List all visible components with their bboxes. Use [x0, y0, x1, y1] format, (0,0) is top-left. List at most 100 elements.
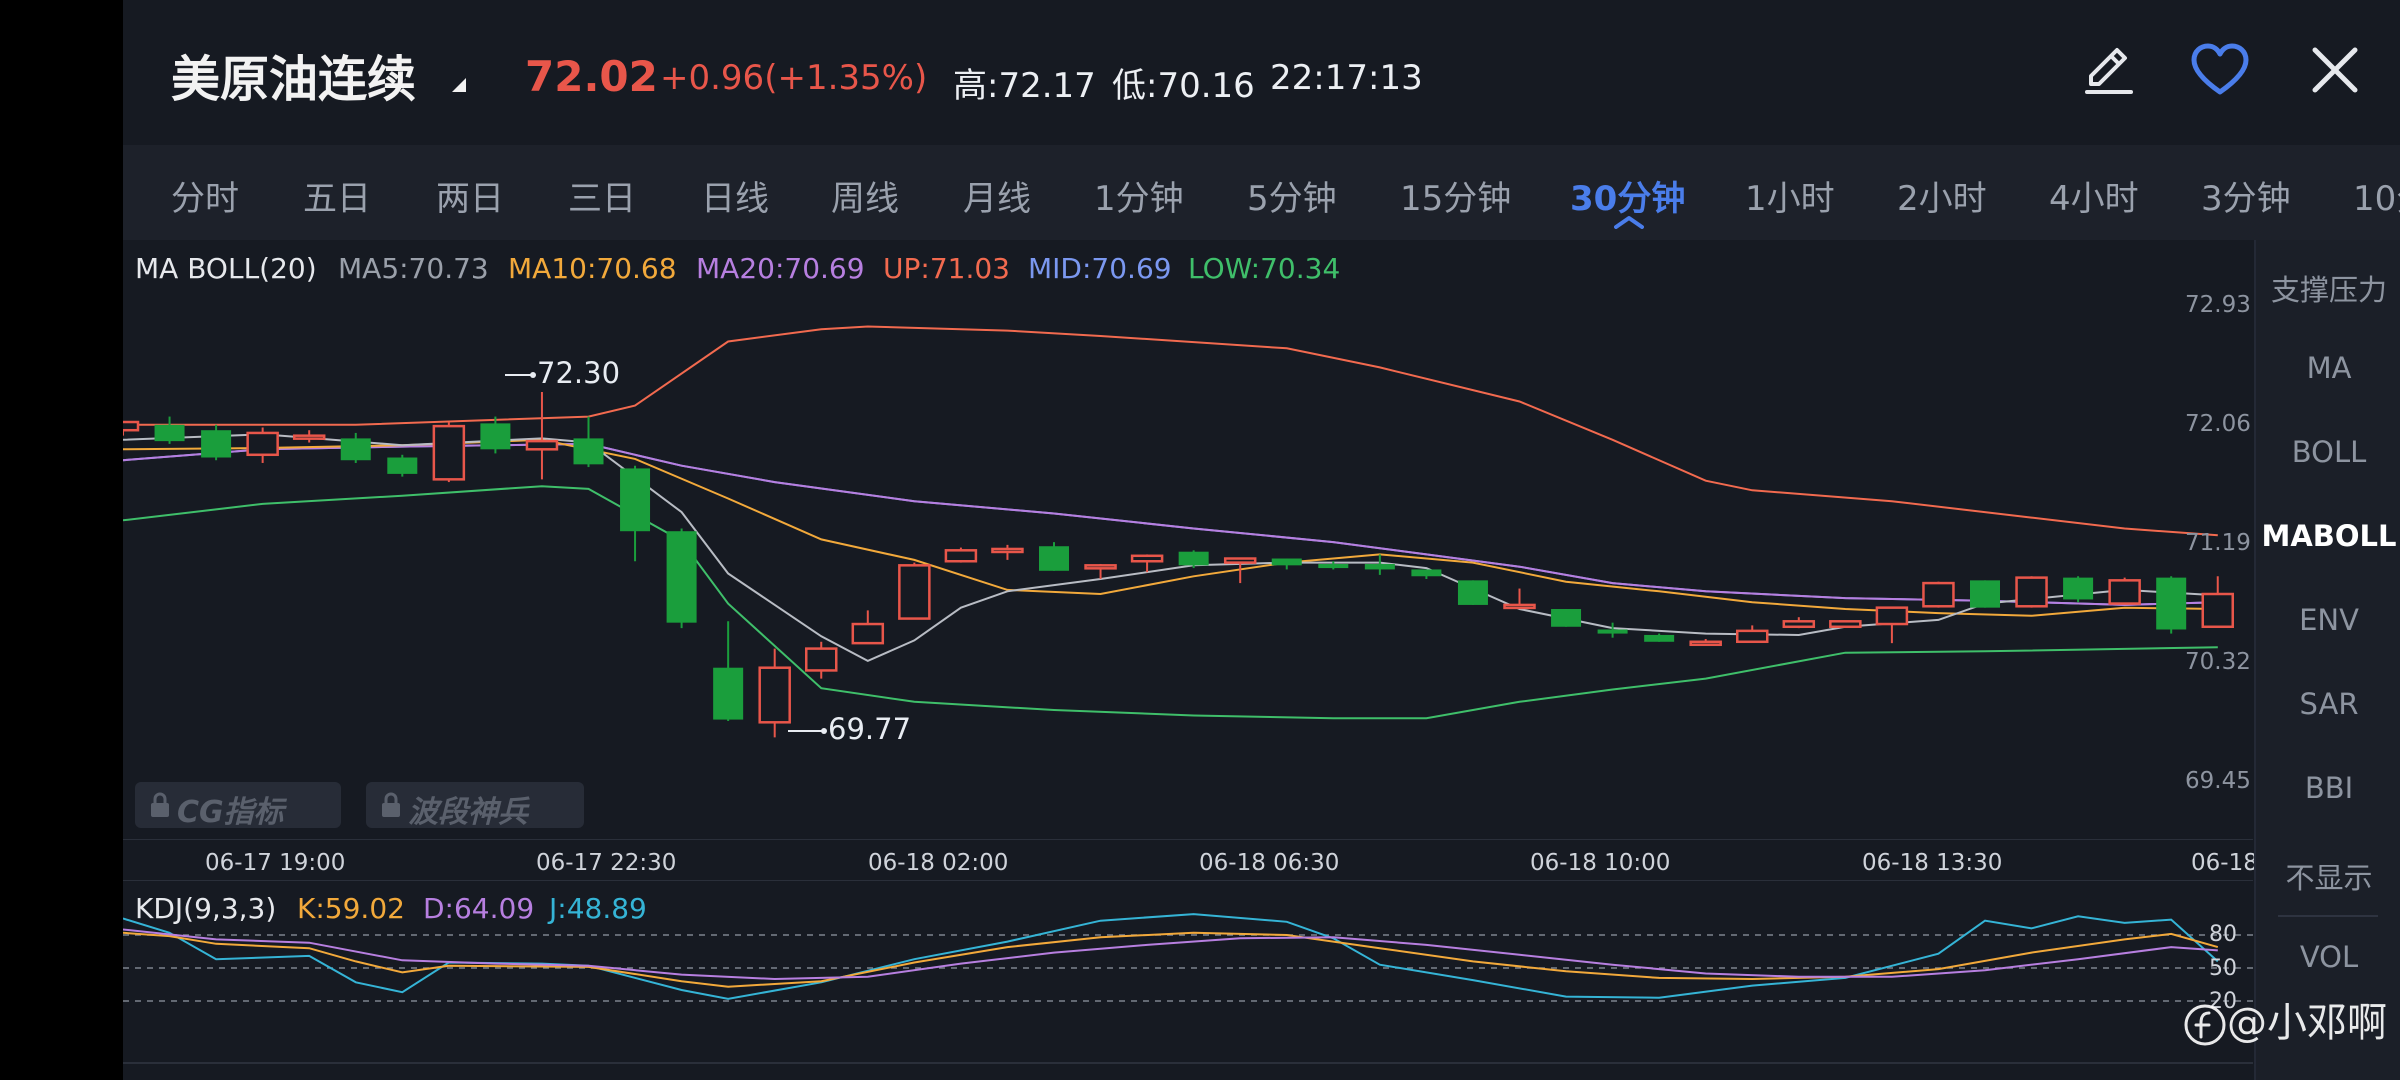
author-watermark: @小邓啊 — [2183, 990, 2387, 1048]
candle-body — [201, 430, 232, 458]
time-axis-label: 06-18 13:30 — [1862, 850, 2003, 876]
low-price: 低:70.16 — [1112, 66, 1255, 106]
favorite-heart-icon[interactable] — [2188, 38, 2252, 102]
candle — [1644, 633, 1675, 642]
candle-body — [991, 547, 1024, 554]
candlestick-chart[interactable] — [123, 240, 2253, 840]
lower-line — [123, 485, 2218, 720]
instrument-title[interactable]: 美原油连续 — [171, 40, 416, 111]
tab-2hour[interactable]: 2小时 — [1897, 171, 1987, 220]
sidebar-item-ma[interactable]: MA — [2256, 351, 2400, 385]
candle — [573, 416, 604, 468]
sidebar-item-hide[interactable]: 不显示 — [2256, 855, 2400, 897]
edit-icon[interactable] — [2077, 38, 2141, 102]
time-axis-label: 06-18 10:00 — [1530, 850, 1671, 876]
kdj-level-label: 50 — [2209, 956, 2237, 981]
candle — [1271, 558, 1302, 570]
sidebar-item-support-resistance[interactable]: 支撑压力 — [2256, 267, 2400, 309]
active-tab-indicator-icon — [1614, 216, 1644, 229]
candle — [1922, 581, 1955, 608]
sidebar-item-sar[interactable]: SAR — [2256, 687, 2400, 721]
tab-1min[interactable]: 1分钟 — [1094, 171, 1184, 220]
sidebar-divider — [2278, 915, 2378, 917]
legend-ma20: MA20:70.69 — [696, 252, 865, 285]
candle-body — [2156, 577, 2187, 630]
lock-button-label: 波段神兵 — [408, 795, 528, 830]
candle-body — [1364, 563, 1395, 570]
candle-body — [573, 438, 604, 465]
tab-5day[interactable]: 五日 — [303, 171, 371, 220]
candle-body — [1829, 620, 1862, 629]
close-icon[interactable] — [2303, 38, 2367, 102]
candle-body — [154, 424, 185, 442]
tab-fenshi[interactable]: 分时 — [171, 171, 239, 220]
candle — [2108, 577, 2141, 605]
candle — [991, 544, 1024, 560]
candle — [123, 420, 140, 436]
candle-body — [1689, 640, 1722, 647]
tab-3min[interactable]: 3分钟 — [2201, 171, 2291, 220]
candle — [2015, 576, 2048, 608]
tab-daily[interactable]: 日线 — [701, 171, 769, 220]
candle-body — [1922, 581, 1955, 608]
candle-body — [1318, 563, 1349, 569]
candle — [851, 610, 885, 645]
kdj-k-line — [123, 931, 2219, 988]
candle-body — [1551, 609, 1582, 627]
candle — [1130, 554, 1164, 573]
tab-15min[interactable]: 15分钟 — [1400, 171, 1511, 220]
candle-body — [2063, 577, 2094, 600]
lock-icon — [151, 792, 169, 817]
candle-body — [1223, 557, 1257, 564]
candle-body — [1736, 629, 1769, 644]
tab-monthly[interactable]: 月线 — [963, 171, 1031, 220]
tab-5min[interactable]: 5分钟 — [1247, 171, 1337, 220]
candle-body — [805, 647, 838, 672]
cg-indicator-button[interactable]: CG指标 — [135, 782, 341, 830]
candle — [666, 528, 697, 629]
candle — [805, 641, 838, 679]
tab-10min[interactable]: 10分钟 — [2353, 171, 2400, 220]
tab-weekly[interactable]: 周线 — [831, 171, 899, 220]
candle — [2156, 576, 2187, 634]
candle — [340, 432, 371, 463]
candle — [1597, 622, 1628, 638]
legend-ma5: MA5:70.73 — [338, 252, 489, 285]
tab-3day[interactable]: 三日 — [568, 171, 636, 220]
time-axis-label: 06-18 02:00 — [868, 850, 1009, 876]
candle-body — [2108, 579, 2141, 605]
band-weapon-button[interactable]: 波段神兵 — [366, 782, 584, 830]
tab-1hour[interactable]: 1小时 — [1745, 171, 1835, 220]
candle-body — [2201, 592, 2234, 629]
candle-body — [525, 439, 559, 451]
indicator-sidebar: 支撑压力 MA BOLL MABOLL ENV SAR BBI 不显示 VOL — [2254, 240, 2400, 1080]
kdj-d-value: D:64.09 — [423, 892, 535, 925]
candle — [246, 427, 279, 463]
watermark-logo-icon — [2184, 1004, 2226, 1046]
tab-2day[interactable]: 两日 — [436, 171, 504, 220]
candle — [1364, 554, 1395, 575]
main-indicator-name[interactable]: MA BOLL(20) — [135, 252, 317, 285]
sidebar-item-maboll[interactable]: MABOLL — [2256, 519, 2400, 553]
candle — [480, 416, 511, 454]
candle — [2063, 576, 2094, 603]
kdj-indicator-name[interactable]: KDJ(9,3,3) — [135, 892, 276, 925]
chart-app: 美原油连续 72.02 +0.96(+1.35%) 高:72.17 低:70.1… — [123, 0, 2400, 1080]
candle — [525, 391, 559, 480]
candle-body — [480, 423, 511, 450]
sidebar-item-boll[interactable]: BOLL — [2256, 435, 2400, 469]
time-axis-label: 06-18 — [2191, 850, 2258, 876]
sidebar-item-vol[interactable]: VOL — [2256, 940, 2400, 974]
candle-body — [1782, 620, 1816, 629]
kdj-j-value: J:48.89 — [549, 892, 647, 925]
sidebar-item-env[interactable]: ENV — [2256, 603, 2400, 637]
instrument-dropdown-icon[interactable] — [452, 78, 466, 92]
candle-body — [713, 667, 744, 720]
tab-30min[interactable]: 30分钟 — [1570, 171, 1685, 220]
lock-icon — [382, 792, 400, 817]
tab-4hour[interactable]: 4小时 — [2049, 171, 2139, 220]
sidebar-item-bbi[interactable]: BBI — [2256, 771, 2400, 805]
y-axis-label: 71.19 — [2185, 530, 2251, 556]
candle — [432, 422, 466, 483]
candle-body — [1084, 564, 1117, 570]
